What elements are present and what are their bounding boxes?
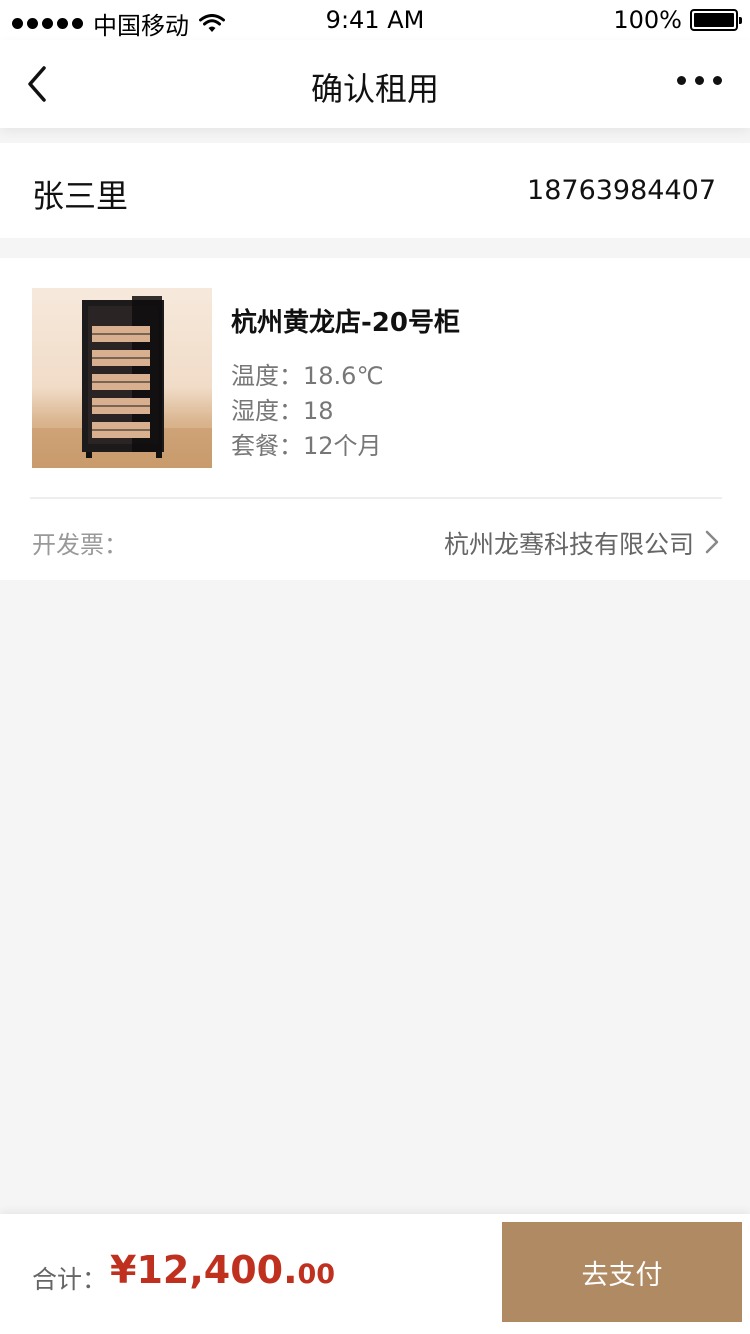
page-title: 确认租用 [310, 70, 439, 108]
humidity-value: 18 [303, 397, 334, 425]
total-amount: ¥12,400.00 [110, 1248, 335, 1292]
confirm-rental-page: 中国移动 9:41 AM 100% 确认租用 张三里 18763984407 杭… [0, 0, 750, 1334]
battery-icon [690, 9, 742, 31]
chevron-right-icon [705, 530, 719, 554]
navigation-bar: 确认租用 [0, 40, 750, 128]
cabinet-image [32, 288, 212, 468]
status-bar: 中国移动 9:41 AM 100% [0, 0, 750, 40]
contact-name: 张三里 [32, 177, 129, 215]
battery-percent: 100% [613, 6, 682, 34]
temperature-row: 温度：18.6℃ [231, 356, 383, 391]
temperature-label: 温度： [231, 362, 303, 390]
checkout-bar: 合计： ¥12,400.00 去支付 [0, 1214, 750, 1334]
pay-button[interactable]: 去支付 [502, 1222, 742, 1322]
contact-card[interactable]: 张三里 18763984407 [0, 143, 750, 238]
product-title: 杭州黄龙店-20号柜 [231, 308, 460, 338]
invoice-company: 杭州龙骞科技有限公司 [443, 530, 694, 559]
total-main: ¥12,400. [110, 1248, 298, 1292]
package-row: 套餐：12个月 [231, 426, 382, 461]
product-card: 杭州黄龙店-20号柜 温度：18.6℃ 湿度：18 套餐：12个月 开发票： 杭… [0, 258, 750, 580]
humidity-label: 湿度： [231, 397, 303, 425]
total-label: 合计： [32, 1265, 108, 1294]
more-dots-icon[interactable] [677, 76, 722, 85]
invoice-label: 开发票： [32, 531, 128, 559]
contact-phone: 18763984407 [527, 175, 716, 206]
package-label: 套餐： [231, 432, 303, 460]
total-cents: 00 [297, 1259, 336, 1290]
invoice-row[interactable]: 开发票： 杭州龙骞科技有限公司 [0, 499, 750, 580]
temperature-value: 18.6℃ [303, 362, 384, 390]
humidity-row: 湿度：18 [231, 391, 334, 426]
package-value: 12个月 [303, 432, 382, 460]
status-right: 100% [613, 6, 742, 34]
